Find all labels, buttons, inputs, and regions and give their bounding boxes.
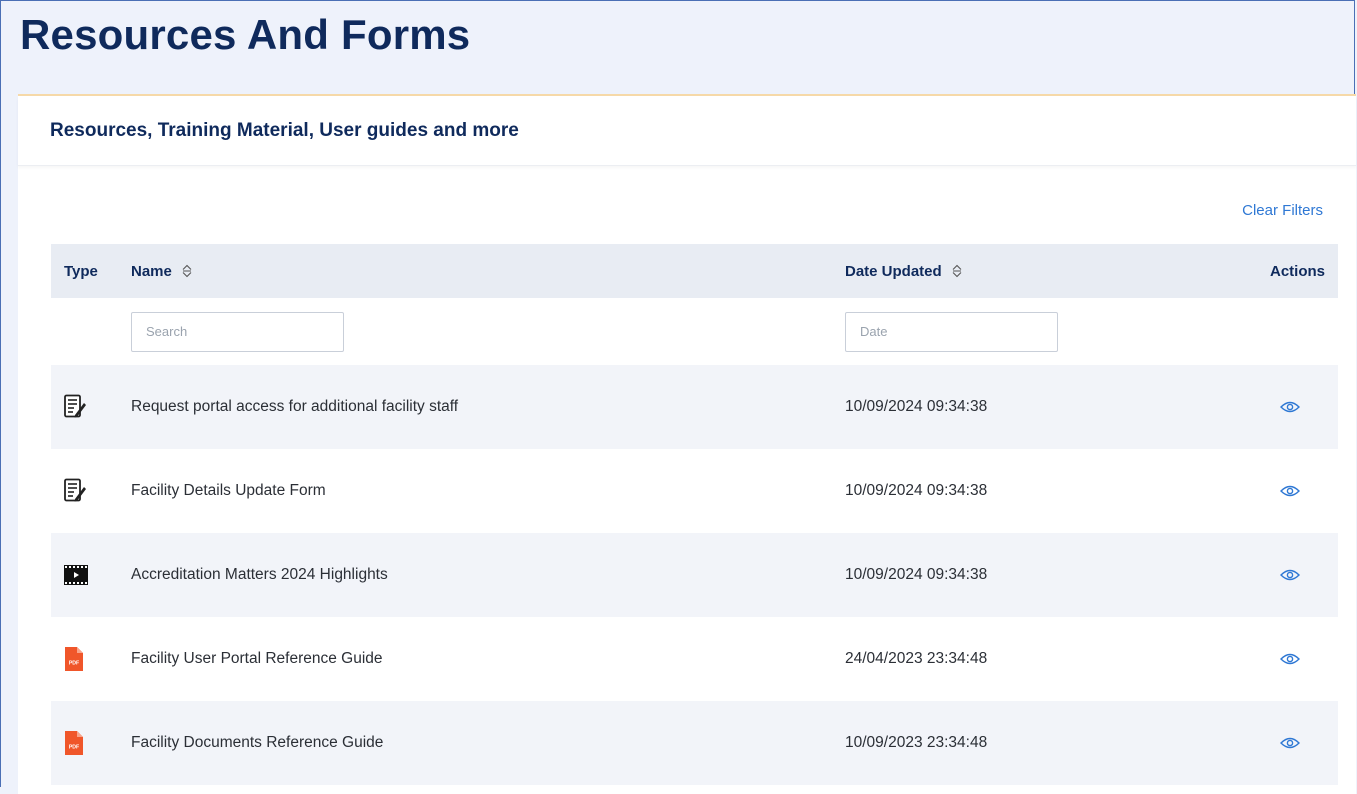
resource-name[interactable]: Facility Details Update Form: [131, 482, 845, 500]
filter-row: [51, 298, 1338, 365]
eye-icon[interactable]: [1280, 569, 1300, 581]
card-header: Resources, Training Material, User guide…: [18, 96, 1356, 166]
resource-date: 10/09/2024 09:34:38: [845, 482, 988, 499]
resource-date: 10/09/2024 09:34:38: [845, 398, 988, 415]
resources-table: Type Name Date Updated Actions Search Da…: [51, 244, 1338, 785]
eye-icon[interactable]: [1280, 653, 1300, 665]
resource-name[interactable]: Facility Documents Reference Guide: [131, 734, 845, 752]
page-title: Resources And Forms: [20, 11, 471, 58]
table-row: PDF Facility Documents Reference Guide 1…: [51, 701, 1338, 785]
table-row: Accreditation Matters 2024 Highlights 10…: [51, 533, 1338, 617]
table-row: Request portal access for additional fac…: [51, 365, 1338, 449]
form-icon: [64, 394, 86, 418]
resource-date: 10/09/2023 23:34:48: [845, 734, 988, 751]
clear-filters-link[interactable]: Clear Filters: [1242, 202, 1323, 219]
name-search-input[interactable]: [131, 311, 344, 352]
resources-card: Resources, Training Material, User guide…: [18, 94, 1356, 794]
app-frame: Resources And Forms Resources, Training …: [0, 0, 1356, 794]
eye-icon[interactable]: [1280, 485, 1300, 497]
column-header-type: Type: [64, 262, 98, 280]
table-row: PDF Facility User Portal Reference Guide…: [51, 617, 1338, 701]
sort-icon[interactable]: [952, 264, 962, 278]
svg-text:PDF: PDF: [69, 744, 79, 750]
resource-date: 24/04/2023 23:34:48: [845, 650, 988, 667]
card-subtitle: Resources, Training Material, User guide…: [50, 120, 519, 141]
form-icon: [64, 478, 86, 502]
resource-name[interactable]: Facility User Portal Reference Guide: [131, 650, 845, 668]
date-filter-input[interactable]: [845, 311, 1058, 352]
resource-name[interactable]: Request portal access for additional fac…: [131, 398, 845, 416]
column-header-date[interactable]: Date Updated: [845, 263, 1225, 280]
svg-text:PDF: PDF: [69, 660, 79, 666]
column-header-actions: Actions: [1269, 262, 1325, 280]
resource-name[interactable]: Accreditation Matters 2024 Highlights: [131, 566, 845, 584]
table-row: Facility Details Update Form 10/09/2024 …: [51, 449, 1338, 533]
pdf-icon: PDF: [65, 731, 83, 755]
eye-icon[interactable]: [1280, 401, 1300, 413]
column-header-name-label: Name: [131, 262, 172, 280]
sort-icon[interactable]: [182, 264, 192, 278]
column-header-date-label: Date Updated: [845, 262, 942, 280]
table-header: Type Name Date Updated Actions: [51, 244, 1338, 298]
video-icon: [64, 565, 88, 585]
column-header-name[interactable]: Name: [131, 263, 845, 280]
resource-date: 10/09/2024 09:34:38: [845, 566, 988, 583]
eye-icon[interactable]: [1280, 737, 1300, 749]
pdf-icon: PDF: [65, 647, 83, 671]
